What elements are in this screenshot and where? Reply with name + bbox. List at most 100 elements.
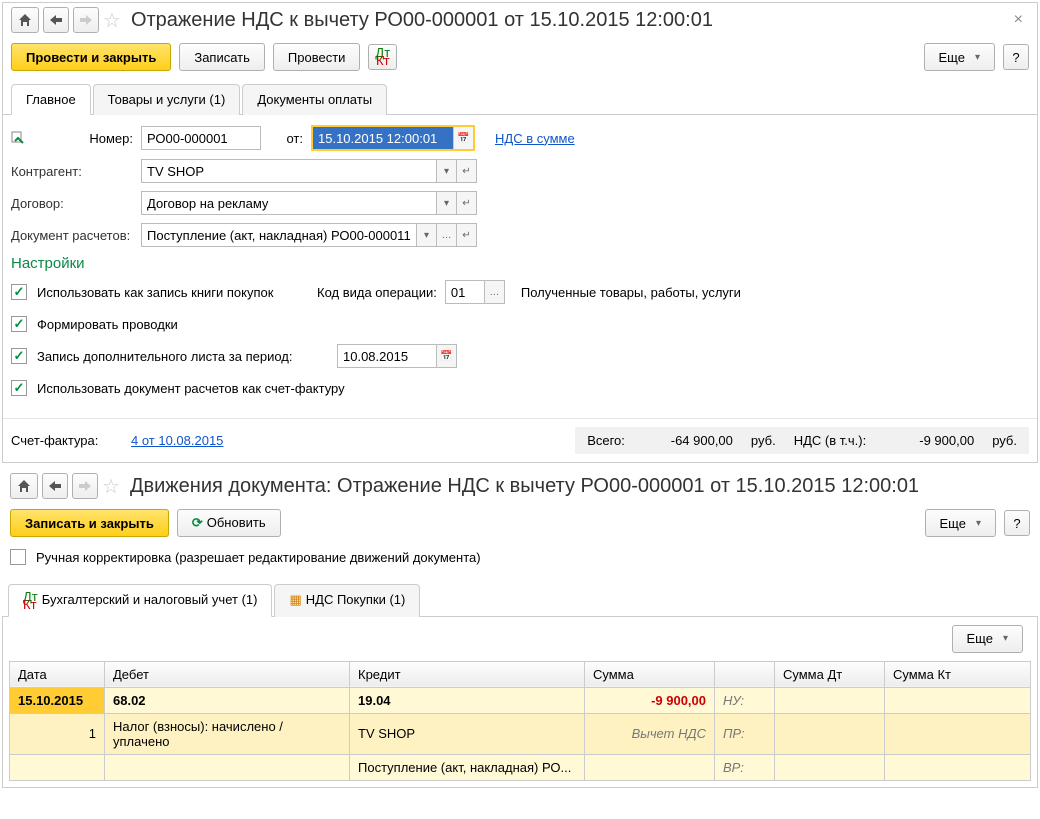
- contract-input[interactable]: [141, 191, 437, 215]
- chk-use-calcdoc-as-invoice[interactable]: ✓: [11, 380, 27, 396]
- more-button-2[interactable]: Еще: [925, 509, 996, 537]
- cell-sum[interactable]: -9 900,00: [585, 687, 715, 713]
- calcdoc-dropdown-icon[interactable]: ▾: [417, 223, 437, 247]
- additional-date-input[interactable]: [337, 344, 437, 368]
- cell-n[interactable]: 1: [10, 713, 105, 754]
- chk-form-postings[interactable]: ✓: [11, 316, 27, 332]
- write-and-close-button[interactable]: Записать и закрыть: [10, 509, 169, 537]
- help-button-2[interactable]: ?: [1004, 510, 1030, 536]
- calcdoc-label: Документ расчетов:: [11, 228, 141, 243]
- cell-sumkt[interactable]: [885, 754, 1031, 780]
- favorite-star-icon[interactable]: ☆: [103, 8, 121, 33]
- doc-status-icon: [11, 130, 25, 144]
- chk-additional-sheet-label: Запись дополнительного листа за период:: [37, 349, 337, 364]
- cell-sumdt[interactable]: [775, 754, 885, 780]
- tab-accounting[interactable]: ДтКтБухгалтерский и налоговый учет (1): [8, 584, 272, 617]
- col-debit[interactable]: Дебет: [105, 661, 350, 687]
- col-date[interactable]: Дата: [10, 661, 105, 687]
- forward-button[interactable]: [73, 7, 99, 33]
- invoice-label: Счет-фактура:: [11, 433, 131, 448]
- cell-empty[interactable]: [10, 754, 105, 780]
- cell-debit[interactable]: 68.02: [105, 687, 350, 713]
- additional-date-calendar-icon[interactable]: 📅: [437, 344, 457, 368]
- back-button[interactable]: [43, 7, 69, 33]
- main-toolbar: Провести и закрыть Записать Провести ДтК…: [3, 37, 1037, 83]
- dtkt-button[interactable]: ДтКт: [368, 44, 397, 70]
- invoice-link[interactable]: 4 от 10.08.2015: [131, 433, 223, 448]
- date-input[interactable]: [313, 127, 453, 149]
- cell-sum[interactable]: Вычет НДС: [585, 713, 715, 754]
- favorite-star-icon-2[interactable]: ☆: [102, 474, 120, 499]
- cell-debit[interactable]: [105, 754, 350, 780]
- cell-sumdt[interactable]: [775, 713, 885, 754]
- refresh-icon: ⟳: [192, 515, 203, 530]
- more-button[interactable]: Еще: [924, 43, 995, 71]
- calendar-icon[interactable]: 📅: [453, 127, 473, 149]
- tab-goods[interactable]: Товары и услуги (1): [93, 84, 241, 115]
- cell-tag[interactable]: НУ:: [715, 687, 775, 713]
- post-button[interactable]: Провести: [273, 43, 361, 71]
- number-input[interactable]: [141, 126, 261, 150]
- opkind-label: Код вида операции:: [317, 285, 437, 300]
- cell-date[interactable]: 15.10.2015: [10, 687, 105, 713]
- cell-credit[interactable]: 19.04: [350, 687, 585, 713]
- chk-additional-sheet[interactable]: ✓: [11, 348, 27, 364]
- cell-sumkt[interactable]: [885, 687, 1031, 713]
- settings-header: Настройки: [11, 255, 1029, 272]
- footer-row: Счет-фактура: 4 от 10.08.2015 Всего: -64…: [3, 418, 1037, 462]
- calcdoc-open-icon[interactable]: ↵: [457, 223, 477, 247]
- cell-credit[interactable]: Поступление (акт, накладная) РО...: [350, 754, 585, 780]
- forward-button-2[interactable]: [72, 473, 98, 499]
- sheet-icon: ▦: [289, 592, 301, 607]
- counterparty-dropdown-icon[interactable]: ▾: [437, 159, 457, 183]
- home-button[interactable]: [11, 7, 39, 33]
- dtkt-icon: ДтКт: [23, 593, 38, 609]
- col-sumdt[interactable]: Сумма Дт: [775, 661, 885, 687]
- counterparty-input[interactable]: [141, 159, 437, 183]
- calcdoc-input[interactable]: [141, 223, 417, 247]
- write-button[interactable]: Записать: [179, 43, 265, 71]
- contract-open-icon[interactable]: ↵: [457, 191, 477, 215]
- back-button-2[interactable]: [42, 473, 68, 499]
- col-sumkt[interactable]: Сумма Кт: [885, 661, 1031, 687]
- number-label: Номер:: [41, 131, 141, 146]
- cell-debit[interactable]: Налог (взносы): начислено / уплачено: [105, 713, 350, 754]
- vat-mode-link[interactable]: НДС в сумме: [495, 131, 575, 146]
- cell-sumkt[interactable]: [885, 713, 1031, 754]
- refresh-button[interactable]: ⟳Обновить: [177, 509, 281, 537]
- contract-dropdown-icon[interactable]: ▾: [437, 191, 457, 215]
- cell-sumdt[interactable]: [775, 687, 885, 713]
- movements-tabs: ДтКтБухгалтерский и налоговый учет (1) ▦…: [2, 583, 1038, 617]
- cell-sum[interactable]: [585, 754, 715, 780]
- opkind-input[interactable]: [445, 280, 485, 304]
- contract-label: Договор:: [11, 196, 141, 211]
- movements-title: Движения документа: Отражение НДС к выче…: [130, 475, 1030, 498]
- close-icon[interactable]: ×: [1008, 11, 1029, 29]
- grid-more-button[interactable]: Еще: [952, 625, 1023, 653]
- cell-tag[interactable]: ВР:: [715, 754, 775, 780]
- counterparty-open-icon[interactable]: ↵: [457, 159, 477, 183]
- chk-manual-adjust[interactable]: [10, 549, 26, 565]
- cell-credit[interactable]: TV SHOP: [350, 713, 585, 754]
- col-credit[interactable]: Кредит: [350, 661, 585, 687]
- tab-payments[interactable]: Документы оплаты: [242, 84, 387, 115]
- tab-main[interactable]: Главное: [11, 84, 91, 115]
- total-currency: руб.: [751, 433, 776, 448]
- tab-vat-purchases[interactable]: ▦НДС Покупки (1): [274, 584, 420, 617]
- grid-header-row: Дата Дебет Кредит Сумма Сумма Дт Сумма К…: [10, 661, 1031, 687]
- chk-purchase-book-label: Использовать как запись книги покупок: [37, 285, 317, 300]
- help-button[interactable]: ?: [1003, 44, 1029, 70]
- post-and-close-button[interactable]: Провести и закрыть: [11, 43, 171, 71]
- chk-use-calcdoc-as-invoice-label: Использовать документ расчетов как счет-…: [37, 381, 345, 396]
- chk-purchase-book[interactable]: ✓: [11, 284, 27, 300]
- calcdoc-pick-icon[interactable]: …: [437, 223, 457, 247]
- vat-value: -9 900,00: [884, 433, 974, 448]
- col-tag[interactable]: [715, 661, 775, 687]
- home-button-2[interactable]: [10, 473, 38, 499]
- grid-row: 1 Налог (взносы): начислено / уплачено T…: [10, 713, 1031, 754]
- cell-tag[interactable]: ПР:: [715, 713, 775, 754]
- movements-panel: ☆ Движения документа: Отражение НДС к вы…: [2, 469, 1038, 788]
- col-sum[interactable]: Сумма: [585, 661, 715, 687]
- main-tabs: Главное Товары и услуги (1) Документы оп…: [3, 83, 1037, 115]
- opkind-pick-icon[interactable]: …: [485, 280, 505, 304]
